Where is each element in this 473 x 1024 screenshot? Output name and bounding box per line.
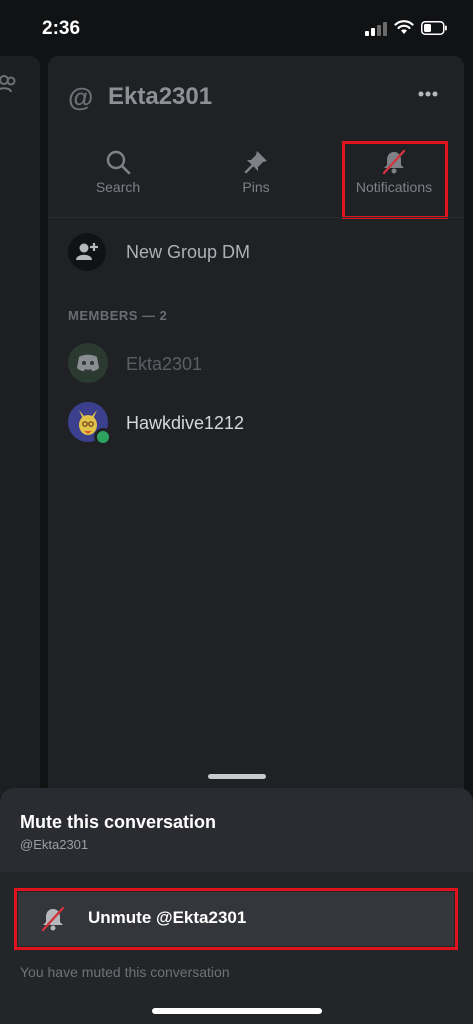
- unmute-highlight-box: [14, 888, 458, 950]
- status-time: 2:36: [42, 18, 81, 39]
- battery-icon: [421, 21, 447, 35]
- home-indicator[interactable]: [152, 1008, 322, 1014]
- member-row-hawkdive1212[interactable]: Hawkdive1212: [68, 402, 448, 446]
- member-name: Hawkdive1212: [126, 413, 245, 433]
- dm-header: @ Ekta2301: [48, 56, 464, 136]
- tab-pins[interactable]: Pins: [206, 141, 306, 219]
- drag-handle[interactable]: [208, 774, 266, 779]
- tab-search-label: Search: [95, 179, 141, 195]
- signal-icon: [365, 22, 387, 36]
- more-options-icon[interactable]: [418, 90, 438, 98]
- avatar: [68, 343, 108, 383]
- tabs-divider: [48, 217, 464, 218]
- notifications-highlight-box: [342, 141, 448, 219]
- pin-icon: [244, 151, 267, 174]
- member-name: Ekta2301: [126, 354, 203, 374]
- search-icon: [106, 150, 131, 175]
- muted-status-note: You have muted this conversation: [20, 964, 230, 980]
- new-group-dm-button[interactable]: New Group DM: [68, 228, 448, 276]
- dm-details-panel: @ Ekta2301 Search Pins Notifications New…: [48, 56, 464, 796]
- dm-title: Ekta2301: [108, 83, 213, 110]
- status-bar: 2:36: [0, 0, 473, 56]
- add-user-icon: [76, 243, 98, 260]
- sheet-title: Mute this conversation: [20, 812, 217, 832]
- online-status-dot: [94, 428, 112, 446]
- tab-pins-label: Pins: [242, 179, 270, 195]
- new-group-dm-label: New Group DM: [126, 242, 251, 262]
- at-icon: @: [68, 82, 94, 112]
- tab-search[interactable]: Search: [68, 141, 168, 219]
- people-icon[interactable]: [0, 74, 18, 94]
- member-row-ekta2301[interactable]: Ekta2301: [68, 343, 448, 387]
- channel-list-edge: [0, 56, 40, 796]
- discord-logo-icon: [77, 354, 99, 371]
- wifi-icon: [394, 20, 414, 34]
- mute-bottom-sheet: Mute this conversation @Ekta2301 Unmute …: [0, 788, 473, 1024]
- sheet-subtitle: @Ekta2301: [20, 837, 89, 852]
- new-group-avatar: [68, 233, 106, 271]
- members-header: MEMBERS — 2: [68, 308, 168, 323]
